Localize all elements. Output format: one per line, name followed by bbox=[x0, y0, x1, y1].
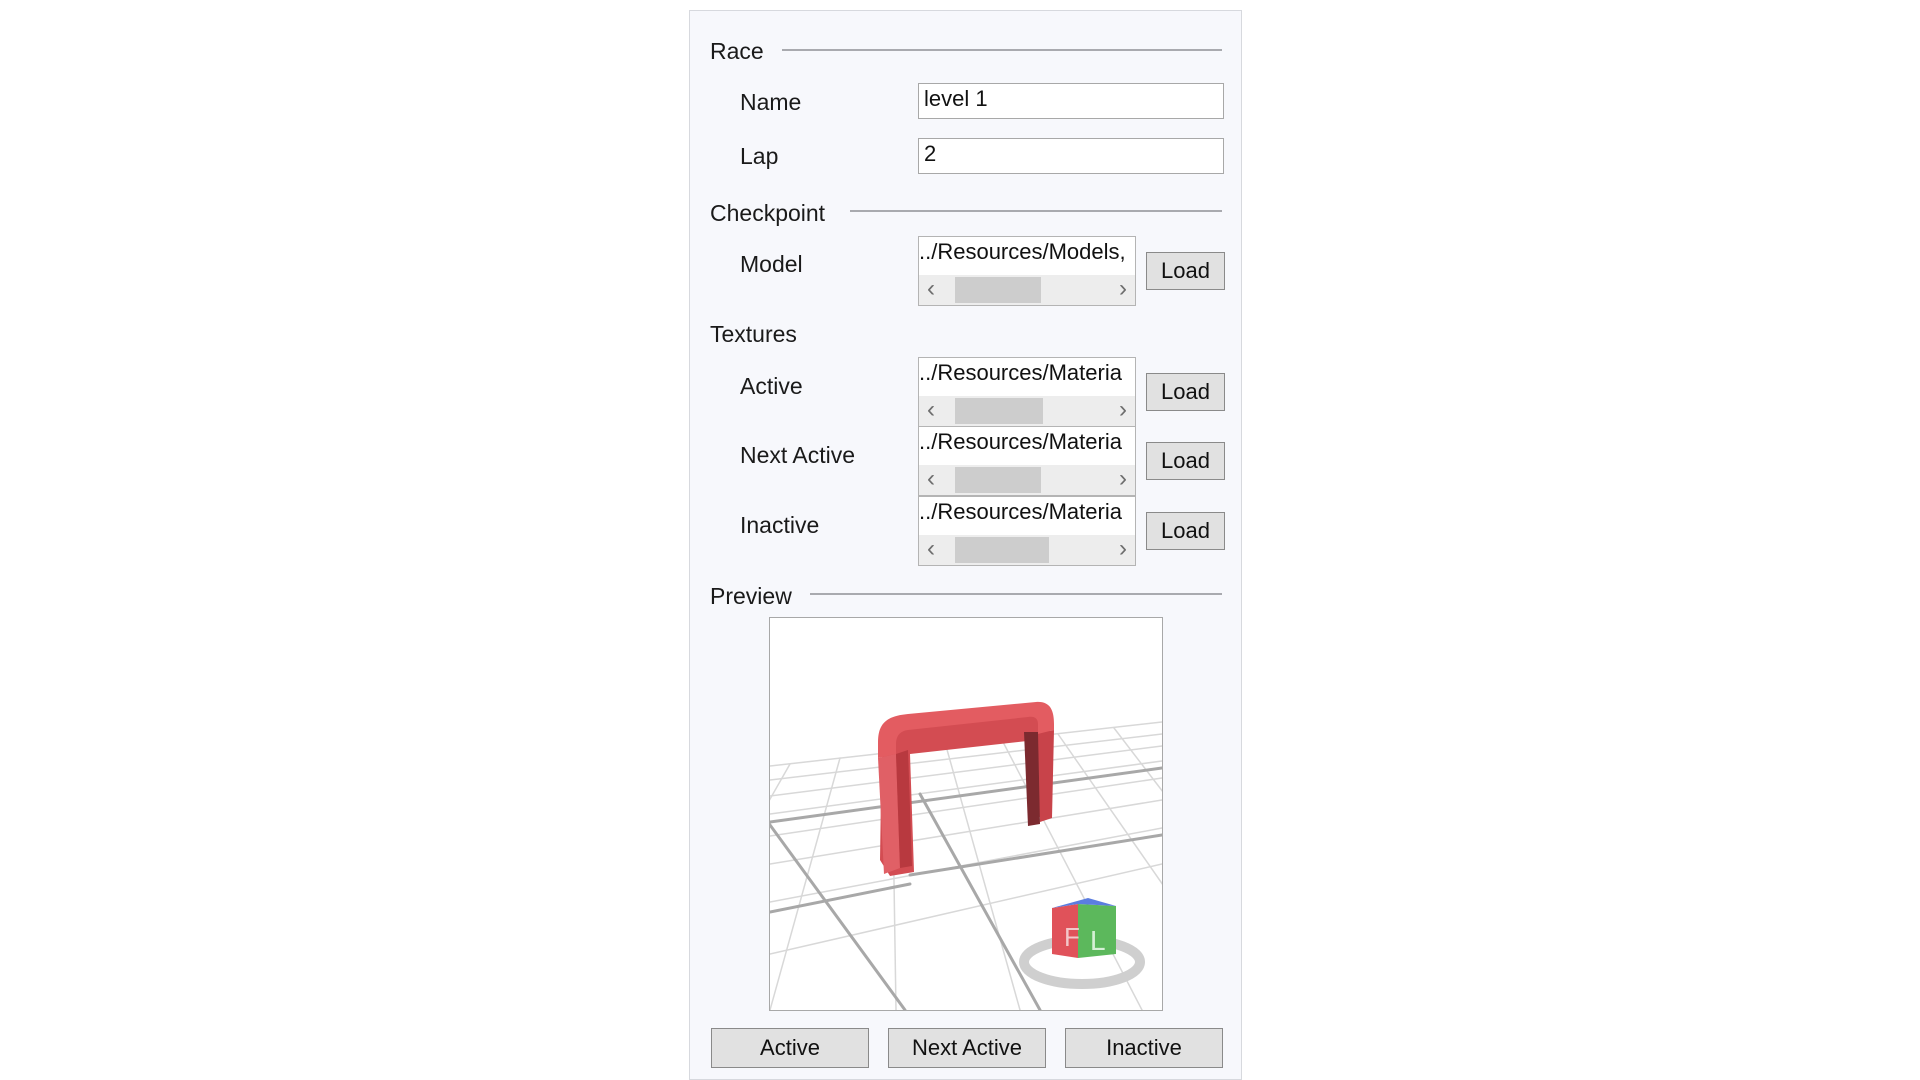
view-cube-front-letter: F bbox=[1064, 922, 1080, 952]
load-next-active-texture-button[interactable]: Load bbox=[1146, 442, 1225, 480]
scroll-thumb[interactable] bbox=[955, 398, 1043, 424]
properties-panel: Race Name level 1 Lap 2 Checkpoint Model… bbox=[689, 10, 1242, 1080]
scroll-right-arrow-icon[interactable]: › bbox=[1119, 537, 1127, 561]
scroll-left-arrow-icon[interactable]: ‹ bbox=[927, 277, 935, 301]
model-label: Model bbox=[740, 251, 803, 277]
preview-inactive-button[interactable]: Inactive bbox=[1065, 1028, 1223, 1068]
lap-label: Lap bbox=[740, 143, 779, 169]
scroll-thumb[interactable] bbox=[955, 467, 1041, 493]
preview-active-button[interactable]: Active bbox=[711, 1028, 869, 1068]
floor-grid bbox=[770, 721, 1162, 1010]
race-name-input[interactable]: level 1 bbox=[918, 83, 1224, 119]
scroll-thumb[interactable] bbox=[955, 537, 1049, 563]
next-active-texture-scrollbar[interactable]: ‹ › bbox=[919, 465, 1135, 495]
active-texture-path-field[interactable]: ../Resources/Materia ‹ › bbox=[918, 357, 1136, 427]
race-section-divider bbox=[782, 49, 1222, 51]
preview-viewport[interactable]: F L bbox=[769, 617, 1163, 1011]
preview-section-divider bbox=[810, 593, 1222, 595]
load-inactive-texture-button[interactable]: Load bbox=[1146, 512, 1225, 550]
model-path-text: ../Resources/Models, bbox=[919, 239, 1126, 264]
inactive-texture-path-field[interactable]: ../Resources/Materia ‹ › bbox=[918, 496, 1136, 566]
inactive-texture-scrollbar[interactable]: ‹ › bbox=[919, 535, 1135, 565]
checkpoint-gate-model bbox=[878, 701, 1054, 876]
lap-input[interactable]: 2 bbox=[918, 138, 1224, 174]
view-cube-left-letter: L bbox=[1090, 925, 1106, 956]
load-model-button[interactable]: Load bbox=[1146, 252, 1225, 290]
scroll-left-arrow-icon[interactable]: ‹ bbox=[927, 398, 935, 422]
scroll-left-arrow-icon[interactable]: ‹ bbox=[927, 467, 935, 491]
inactive-texture-path-text: ../Resources/Materia bbox=[919, 499, 1122, 524]
checkpoint-section-label: Checkpoint bbox=[710, 200, 826, 226]
scroll-right-arrow-icon[interactable]: › bbox=[1119, 467, 1127, 491]
preview-next-active-button[interactable]: Next Active bbox=[888, 1028, 1046, 1068]
model-path-field[interactable]: ../Resources/Models, ‹ › bbox=[918, 236, 1136, 306]
scroll-thumb[interactable] bbox=[955, 277, 1041, 303]
model-path-scrollbar[interactable]: ‹ › bbox=[919, 275, 1135, 305]
scroll-right-arrow-icon[interactable]: › bbox=[1119, 277, 1127, 301]
textures-section-label: Textures bbox=[710, 321, 797, 347]
next-active-texture-path-text: ../Resources/Materia bbox=[919, 429, 1122, 454]
race-section-label: Race bbox=[710, 38, 764, 64]
active-texture-label: Active bbox=[740, 373, 803, 399]
inactive-texture-label: Inactive bbox=[740, 512, 820, 538]
load-active-texture-button[interactable]: Load bbox=[1146, 373, 1225, 411]
active-texture-scrollbar[interactable]: ‹ › bbox=[919, 396, 1135, 426]
active-texture-path-text: ../Resources/Materia bbox=[919, 360, 1122, 385]
preview-3d-scene[interactable]: F L bbox=[770, 618, 1162, 1010]
name-label: Name bbox=[740, 89, 802, 115]
scroll-right-arrow-icon[interactable]: › bbox=[1119, 398, 1127, 422]
next-active-texture-label: Next Active bbox=[740, 442, 856, 468]
checkpoint-section-divider bbox=[850, 210, 1222, 212]
scroll-left-arrow-icon[interactable]: ‹ bbox=[927, 537, 935, 561]
preview-section-label: Preview bbox=[710, 583, 792, 609]
next-active-texture-path-field[interactable]: ../Resources/Materia ‹ › bbox=[918, 426, 1136, 496]
